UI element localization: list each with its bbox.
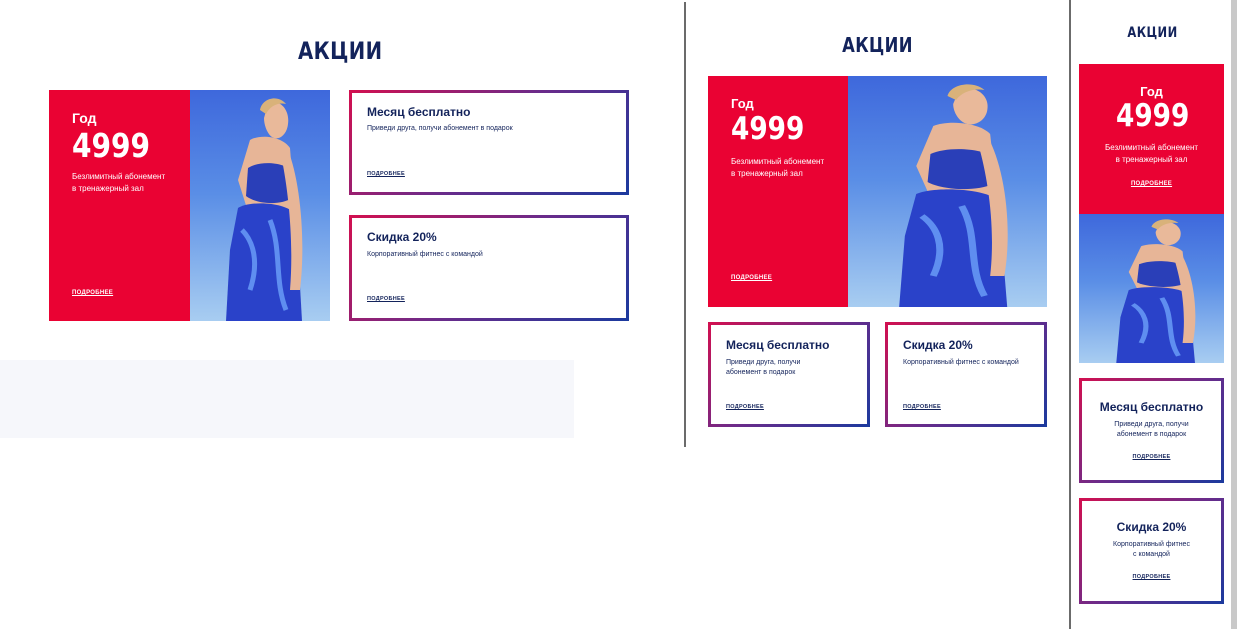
athlete-photo: [1079, 214, 1224, 363]
year-offer-price: 4999: [72, 126, 151, 165]
month-offer-more-link[interactable]: ПОДРОБНЕЕ: [1082, 454, 1221, 460]
scrollbar[interactable]: [1231, 0, 1237, 629]
month-offer-title: Месяц бесплатно: [726, 338, 830, 352]
month-offer-card[interactable]: Месяц бесплатно Приведи друга, получи аб…: [708, 322, 870, 427]
section-title: АКЦИИ: [298, 37, 383, 65]
year-offer-price: 4999: [1116, 98, 1190, 134]
discount-offer-title: Скидка 20%: [903, 338, 973, 352]
month-offer-title: Месяц бесплатно: [1099, 400, 1204, 414]
year-offer-more-link[interactable]: ПОДРОБНЕЕ: [1079, 181, 1224, 187]
month-offer-card[interactable]: Месяц бесплатно Приведи друга, получи аб…: [349, 90, 629, 195]
year-offer-more-link[interactable]: ПОДРОБНЕЕ: [731, 275, 772, 281]
year-offer-period: Год: [731, 96, 754, 111]
discount-offer-description: Корпоративный фитнес с командой: [903, 359, 1019, 366]
year-offer-card[interactable]: Год 4999 Безлимитный абонемент в тренаже…: [1079, 64, 1224, 214]
year-offer-card[interactable]: Год 4999 Безлимитный абонемент в тренаже…: [708, 76, 848, 307]
month-offer-description: Приведи друга, получи абонемент в подаро…: [1114, 421, 1189, 439]
divider-left: [684, 2, 686, 447]
athlete-illustration: [899, 84, 1008, 307]
athlete-photo: [190, 90, 330, 321]
year-offer-description: Безлимитный абонемент в тренажерный зал: [72, 172, 166, 193]
athlete-illustration: [226, 98, 303, 321]
athlete-photo: [848, 76, 1047, 307]
discount-offer-card[interactable]: Скидка 20% Корпоративный фитнес с команд…: [349, 215, 629, 321]
discount-offer-card[interactable]: Скидка 20% Корпоративный фитнес с команд…: [885, 322, 1047, 427]
year-offer-description: Безлимитный абонемент в тренажерный зал: [1104, 143, 1199, 164]
discount-offer-title: Скидка 20%: [1116, 520, 1187, 534]
grey-section: [0, 360, 574, 438]
year-offer-more-link[interactable]: ПОДРОБНЕЕ: [72, 290, 113, 296]
divider-right: [1069, 0, 1071, 629]
discount-offer-description: Корпоративный фитнес с командой: [1113, 541, 1190, 559]
discount-offer-more-link[interactable]: ПОДРОБНЕЕ: [903, 404, 941, 410]
discount-offer-more-link[interactable]: ПОДРОБНЕЕ: [1082, 574, 1221, 580]
month-offer-more-link[interactable]: ПОДРОБНЕЕ: [726, 404, 764, 410]
year-offer-price: 4999: [731, 111, 805, 147]
year-offer-card[interactable]: Год 4999 Безлимитный абонемент в тренаже…: [49, 90, 190, 321]
discount-offer-title: Скидка 20%: [367, 230, 437, 244]
month-offer-card[interactable]: Месяц бесплатно Приведи друга, получи аб…: [1079, 378, 1224, 483]
year-offer-period: Год: [72, 110, 97, 126]
month-offer-description: Приведи друга, получи абонемент в подаро…: [726, 359, 801, 377]
year-offer-period: Год: [1140, 84, 1163, 99]
month-offer-more-link[interactable]: ПОДРОБНЕЕ: [367, 171, 405, 177]
athlete-illustration: [1116, 219, 1196, 363]
month-offer-title: Месяц бесплатно: [367, 105, 471, 119]
section-title: АКЦИИ: [1127, 25, 1178, 41]
year-offer-description: Безлимитный абонемент в тренажерный зал: [731, 157, 825, 178]
discount-offer-more-link[interactable]: ПОДРОБНЕЕ: [367, 296, 405, 302]
discount-offer-description: Корпоративный фитнес с командой: [367, 251, 483, 258]
section-title: АКЦИИ: [842, 33, 913, 57]
discount-offer-card[interactable]: Скидка 20% Корпоративный фитнес с команд…: [1079, 498, 1224, 604]
month-offer-description: Приведи друга, получи абонемент в подаро…: [367, 125, 513, 132]
